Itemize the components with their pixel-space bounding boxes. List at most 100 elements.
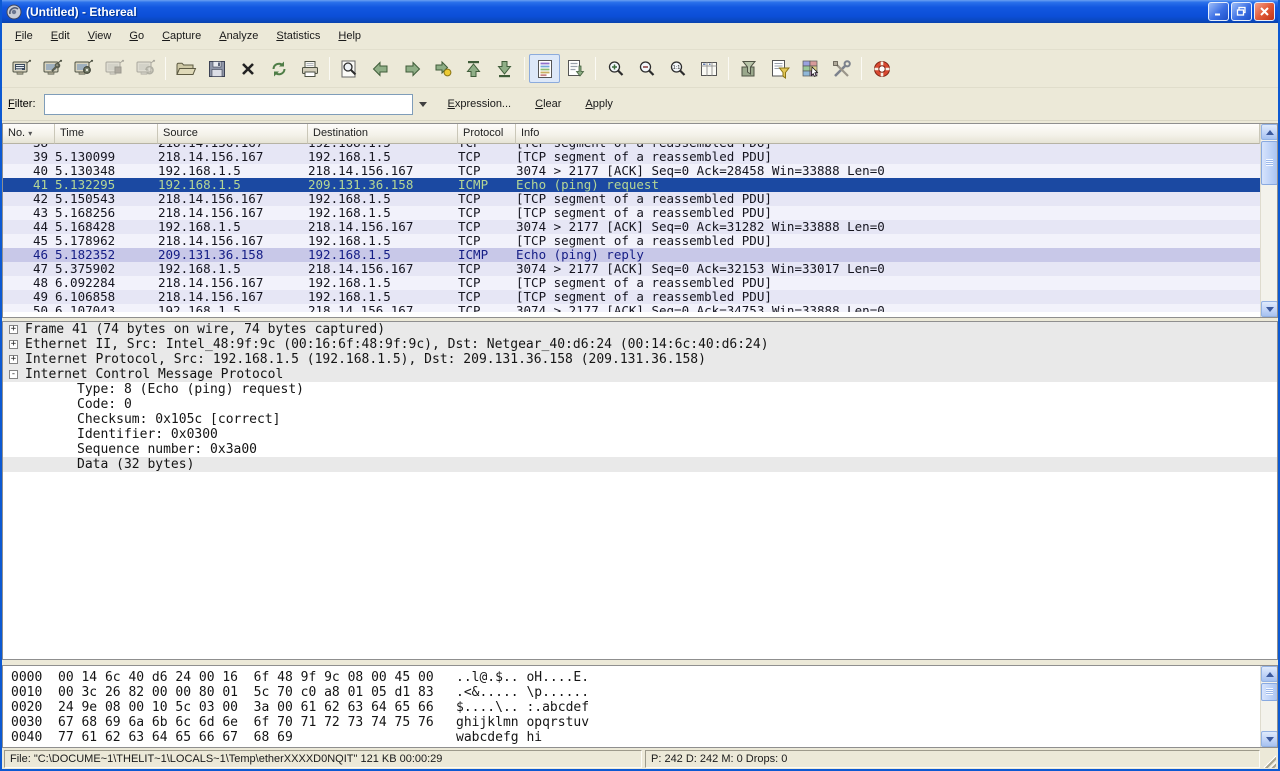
capture-filter-button[interactable]	[733, 54, 764, 83]
column-header-destination[interactable]: Destination	[308, 124, 458, 144]
close-file-button[interactable]	[232, 54, 263, 83]
cell-time: 5.132295	[55, 178, 158, 192]
column-header-info[interactable]: Info	[516, 124, 1260, 144]
resize-grip[interactable]	[1263, 755, 1276, 768]
packet-row-selected[interactable]: 41 5.132295 192.168.1.5 209.131.36.158 I…	[3, 178, 1260, 192]
open-file-button[interactable]	[170, 54, 201, 83]
cell-time: 5.150543	[55, 192, 158, 206]
menu-statistics[interactable]: Statistics	[267, 26, 329, 46]
capture-options-button[interactable]	[37, 54, 68, 83]
go-to-first-button[interactable]	[458, 54, 489, 83]
apply-button[interactable]: Apply	[577, 94, 621, 114]
colorize-button[interactable]	[529, 54, 560, 83]
clear-button[interactable]: Clear	[527, 94, 569, 114]
menu-analyze[interactable]: Analyze	[210, 26, 267, 46]
start-capture-button[interactable]	[68, 54, 99, 83]
scrollbar-thumb[interactable]	[1261, 683, 1278, 701]
reload-file-button[interactable]	[263, 54, 294, 83]
packet-list-scrollbar[interactable]	[1260, 124, 1277, 317]
packet-list-header: No. ▾ Time Source Destination Protocol I…	[3, 124, 1260, 144]
packet-row[interactable]: 44 5.168428 192.168.1.5 218.14.156.167 T…	[3, 220, 1260, 234]
stop-capture-icon	[104, 59, 126, 79]
detail-row-ip[interactable]: + Internet Protocol, Src: 192.168.1.5 (1…	[3, 352, 1277, 367]
zoom-normal-button[interactable]: 1:1	[662, 54, 693, 83]
preferences-button[interactable]	[826, 54, 857, 83]
hex-row[interactable]: 0020 24 9e 08 00 10 5c 03 00 3a 00 61 62…	[3, 700, 1260, 715]
detail-row-sequence[interactable]: Sequence number: 0x3a00	[3, 442, 1277, 457]
detail-row-code[interactable]: Code: 0	[3, 397, 1277, 412]
detail-row-data[interactable]: Data (32 bytes)	[3, 457, 1277, 472]
cell-source: 218.14.156.167	[158, 192, 308, 206]
packet-row[interactable]: 47 5.375902 192.168.1.5 218.14.156.167 T…	[3, 262, 1260, 276]
stop-capture-button[interactable]	[99, 54, 130, 83]
expand-icon[interactable]: +	[9, 325, 18, 334]
column-header-no[interactable]: No. ▾	[3, 124, 55, 144]
packet-row-partial[interactable]: 50 6.107043 192.168.1.5 218.14.156.167 T…	[3, 304, 1260, 312]
zoom-out-button[interactable]	[631, 54, 662, 83]
display-filter-button[interactable]	[764, 54, 795, 83]
minimize-button[interactable]	[1208, 2, 1229, 21]
packet-row[interactable]: 48 6.092284 218.14.156.167 192.168.1.5 T…	[3, 276, 1260, 290]
cell-protocol: ICMP	[458, 178, 516, 192]
scroll-down-icon[interactable]	[1261, 731, 1278, 747]
scroll-up-icon[interactable]	[1261, 666, 1278, 682]
scroll-up-icon[interactable]	[1261, 124, 1278, 140]
save-file-button[interactable]	[201, 54, 232, 83]
help-button[interactable]	[866, 54, 897, 83]
column-header-protocol[interactable]: Protocol	[458, 124, 516, 144]
zoom-in-button[interactable]	[600, 54, 631, 83]
scroll-down-icon[interactable]	[1261, 301, 1278, 317]
filter-input[interactable]	[44, 94, 413, 115]
hex-ascii: ghijklmn opqrstuv	[456, 715, 1260, 730]
detail-row-checksum[interactable]: Checksum: 0x105c [correct]	[3, 412, 1277, 427]
go-forward-button[interactable]	[396, 54, 427, 83]
hex-pane-scrollbar[interactable]	[1260, 666, 1277, 747]
detail-row-frame[interactable]: + Frame 41 (74 bytes on wire, 74 bytes c…	[3, 322, 1277, 337]
toolbar-separator	[165, 57, 166, 80]
packet-row[interactable]: 42 5.150543 218.14.156.167 192.168.1.5 T…	[3, 192, 1260, 206]
expand-icon[interactable]: +	[9, 340, 18, 349]
detail-row-icmp[interactable]: - Internet Control Message Protocol	[3, 367, 1277, 382]
expression-button[interactable]: Expression...	[440, 94, 520, 114]
auto-scroll-button[interactable]	[560, 54, 591, 83]
filter-dropdown-button[interactable]	[415, 94, 432, 115]
column-header-source[interactable]: Source	[158, 124, 308, 144]
restore-button[interactable]	[1231, 2, 1252, 21]
packet-row[interactable]: 46 5.182352 209.131.36.158 192.168.1.5 I…	[3, 248, 1260, 262]
coloring-rules-button[interactable]	[795, 54, 826, 83]
menu-capture[interactable]: Capture	[153, 26, 210, 46]
detail-text: Internet Protocol, Src: 192.168.1.5 (192…	[3, 352, 1277, 367]
menu-go[interactable]: Go	[120, 26, 153, 46]
detail-row-type[interactable]: Type: 8 (Echo (ping) request)	[3, 382, 1277, 397]
hex-row[interactable]: 0030 67 68 69 6a 6b 6c 6d 6e 6f 70 71 72…	[3, 715, 1260, 730]
close-button[interactable]	[1254, 2, 1275, 21]
hex-row[interactable]: 0000 00 14 6c 40 d6 24 00 16 6f 48 9f 9c…	[3, 670, 1260, 685]
menu-view[interactable]: View	[79, 26, 121, 46]
restart-capture-button[interactable]	[130, 54, 161, 83]
expand-icon[interactable]: +	[9, 355, 18, 364]
menu-file[interactable]: File	[6, 26, 42, 46]
go-to-packet-button[interactable]	[427, 54, 458, 83]
go-back-button[interactable]	[365, 54, 396, 83]
column-header-time[interactable]: Time	[55, 124, 158, 144]
hex-row[interactable]: 0040 77 61 62 63 64 65 66 67 68 69 wabcd…	[3, 730, 1260, 745]
resize-columns-button[interactable]	[693, 54, 724, 83]
menu-help[interactable]: Help	[329, 26, 370, 46]
go-to-last-button[interactable]	[489, 54, 520, 83]
hex-row[interactable]: 0010 00 3c 26 82 00 00 80 01 5c 70 c0 a8…	[3, 685, 1260, 700]
packet-row[interactable]: 39 5.130099 218.14.156.167 192.168.1.5 T…	[3, 150, 1260, 164]
packet-row[interactable]: 45 5.178962 218.14.156.167 192.168.1.5 T…	[3, 234, 1260, 248]
main-panes: No. ▾ Time Source Destination Protocol I…	[2, 121, 1278, 748]
list-interfaces-button[interactable]	[6, 54, 37, 83]
detail-row-ethernet[interactable]: + Ethernet II, Src: Intel_48:9f:9c (00:1…	[3, 337, 1277, 352]
packet-row[interactable]: 49 6.106858 218.14.156.167 192.168.1.5 T…	[3, 290, 1260, 304]
detail-row-identifier[interactable]: Identifier: 0x0300	[3, 427, 1277, 442]
print-button[interactable]	[294, 54, 325, 83]
collapse-icon[interactable]: -	[9, 370, 18, 379]
packet-row[interactable]: 43 5.168256 218.14.156.167 192.168.1.5 T…	[3, 206, 1260, 220]
menu-edit[interactable]: Edit	[42, 26, 79, 46]
packet-row[interactable]: 40 5.130348 192.168.1.5 218.14.156.167 T…	[3, 164, 1260, 178]
find-packet-button[interactable]	[334, 54, 365, 83]
toolbar-separator	[728, 57, 729, 80]
scrollbar-thumb[interactable]	[1261, 141, 1278, 185]
